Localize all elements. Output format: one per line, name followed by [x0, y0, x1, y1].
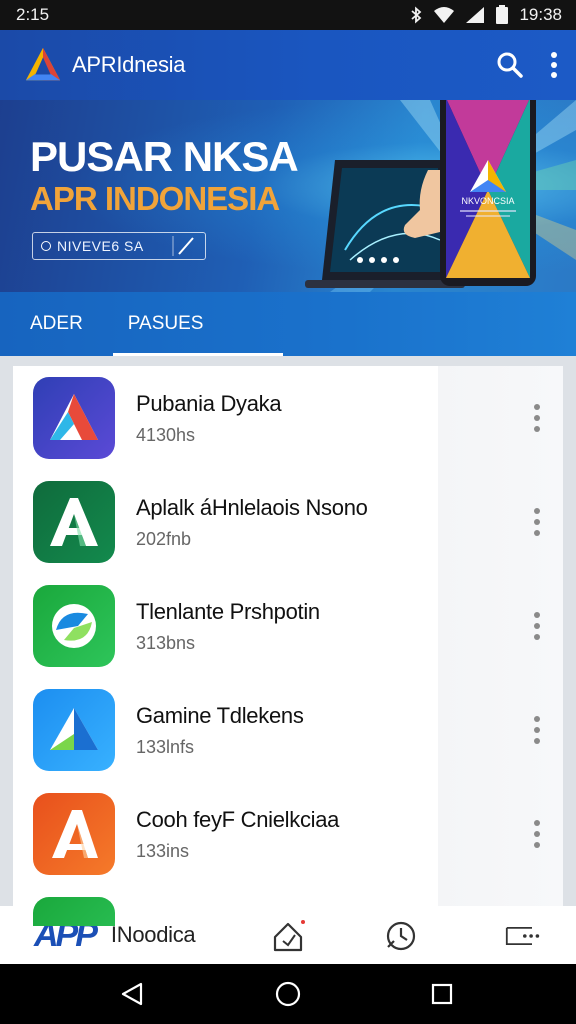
banner-title-line2: APR INDONESIA — [30, 180, 280, 217]
app-list-item[interactable]: Cooh feyF Cnielkciaa 133ins — [13, 782, 563, 886]
signal-icon — [466, 7, 485, 23]
app-info: Aplalk áHnlelaois Nsono 202fnb — [136, 495, 517, 550]
app-item-menu-button[interactable] — [517, 398, 557, 438]
phone-illustration: NKVONCSIA — [440, 100, 536, 286]
app-info: Pubania Dyaka 4130hs — [136, 391, 517, 446]
app-name: Gamine Tdlekens — [136, 702, 304, 728]
app-item-menu-button[interactable] — [517, 606, 557, 646]
app-icon — [33, 793, 115, 875]
svg-text:NKVONCSIA: NKVONCSIA — [461, 196, 514, 206]
system-back-button[interactable] — [117, 979, 147, 1009]
edit-icon — [172, 236, 194, 256]
banner-title-line1: PUSAR NKSA — [30, 133, 299, 180]
tab-ader[interactable]: ADER — [0, 292, 113, 356]
app-icon — [33, 689, 115, 771]
status-bar: 2:15 19:38 — [0, 0, 576, 30]
status-time-left: 2:15 — [16, 5, 50, 24]
app-size: 133ins — [136, 840, 190, 861]
tab-label: PASUES — [127, 313, 204, 334]
banner-chip-text: NIVEVE6 SA — [57, 238, 144, 254]
promo-banner[interactable]: NKVONCSIA PUSAR NKSA APR INDONESIA NIVEV… — [0, 100, 576, 292]
more-vertical-icon — [534, 716, 540, 744]
app-item-menu-button[interactable] — [517, 502, 557, 542]
app-list-item[interactable]: Tlenlante Prshpotin 313bns — [13, 574, 563, 678]
app-icon — [33, 481, 115, 563]
status-time-right: 19:38 — [519, 5, 562, 24]
more-vertical-icon — [551, 52, 557, 78]
more-vertical-icon — [534, 612, 540, 640]
more-vertical-icon — [534, 508, 540, 536]
app-icon — [33, 377, 115, 459]
app-info: Tlenlante Prshpotin 313bns — [136, 599, 517, 654]
app-name: Aplalk áHnlelaois Nsono — [136, 494, 368, 520]
app-list-item[interactable]: Aplalk áHnlelaois Nsono 202fnb — [13, 470, 563, 574]
recents-icon — [431, 983, 453, 1005]
app-bar: APRIdnesia — [0, 30, 576, 100]
app-item-menu-button[interactable] — [517, 710, 557, 750]
back-icon — [121, 982, 143, 1006]
app-list-item[interactable]: Pubania Dyaka 4130hs — [13, 366, 563, 470]
search-button[interactable] — [496, 51, 524, 79]
app-item-menu-button[interactable] — [517, 814, 557, 854]
system-recents-button[interactable] — [427, 979, 457, 1009]
battery-icon — [496, 5, 509, 24]
app-list-item-partial[interactable] — [13, 886, 563, 926]
overflow-menu-button[interactable] — [550, 52, 558, 78]
app-icon — [33, 585, 115, 667]
wifi-icon — [434, 7, 455, 23]
bluetooth-icon — [411, 6, 422, 24]
app-title: APRIdnesia — [72, 52, 186, 77]
app-list-area: Pubania Dyaka 4130hs Aplalk áHnlelaois Nso… — [0, 356, 576, 926]
app-size: 133lnfs — [136, 736, 195, 757]
status-icons: 19:38 — [409, 5, 562, 25]
system-navigation — [0, 964, 576, 1024]
tab-pasues[interactable]: PASUES — [112, 292, 284, 356]
app-name: Cooh feyF Cnielkciaa — [136, 806, 340, 832]
app-info: Gamine Tdlekens 133lnfs — [136, 703, 517, 758]
app-icon — [33, 897, 115, 926]
app-info: Cooh feyF Cnielkciaa 133ins — [136, 807, 517, 862]
search-icon — [497, 52, 523, 78]
system-home-button[interactable] — [273, 979, 303, 1009]
app-size: 313bns — [136, 632, 196, 653]
app-logo-icon — [25, 47, 61, 81]
app-size: 4130hs — [136, 424, 196, 445]
banner-search-chip[interactable]: NIVEVE6 SA — [32, 232, 206, 260]
tab-bar: ADER PASUES — [0, 292, 576, 356]
home-circle-icon — [275, 981, 301, 1007]
more-vertical-icon — [534, 404, 540, 432]
more-vertical-icon — [534, 820, 540, 848]
app-size: 202fnb — [136, 528, 192, 549]
app-name: Pubania Dyaka — [136, 390, 282, 416]
app-list: Pubania Dyaka 4130hs Aplalk áHnlelaois Nso… — [13, 366, 563, 926]
circle-icon — [41, 241, 51, 251]
app-list-item[interactable]: Gamine Tdlekens 133lnfs — [13, 678, 563, 782]
tab-label: ADER — [30, 313, 83, 334]
app-name: Tlenlante Prshpotin — [136, 598, 320, 624]
